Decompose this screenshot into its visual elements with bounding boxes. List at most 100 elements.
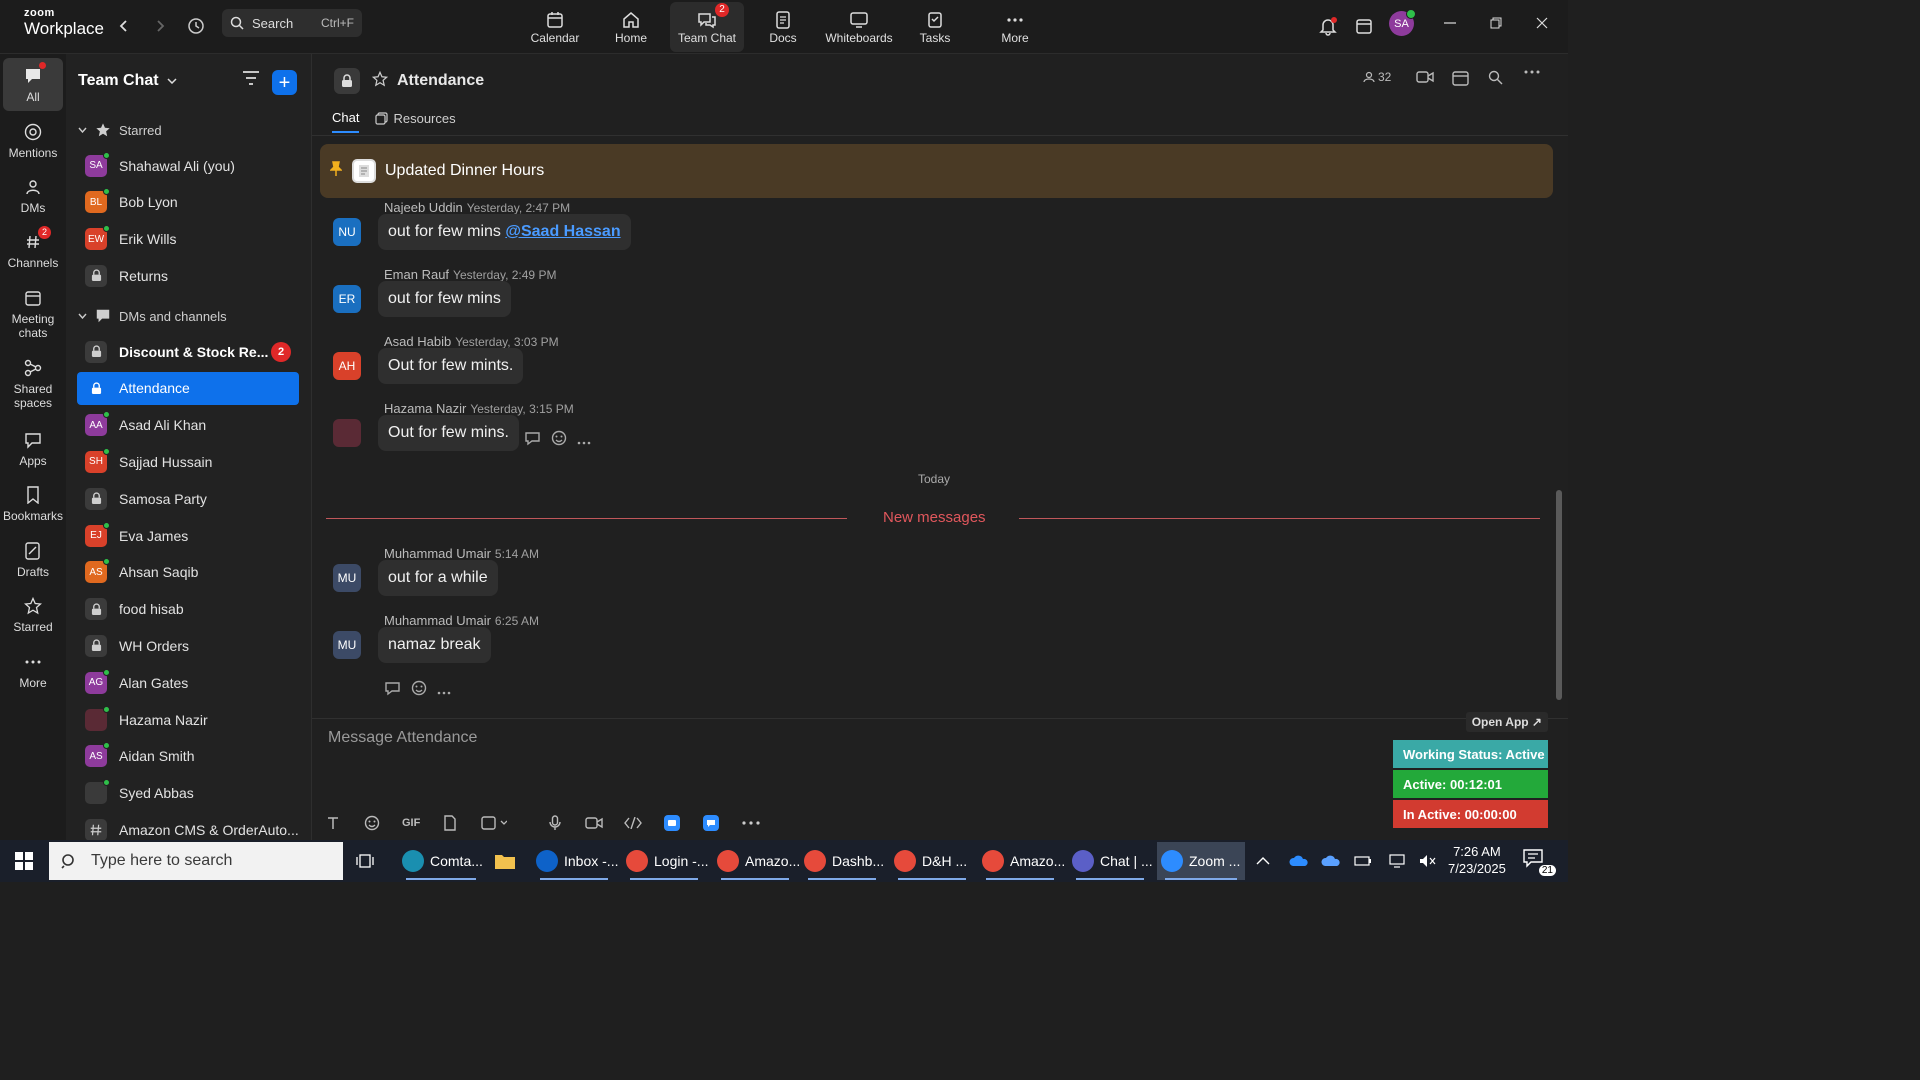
zoom-app-icon[interactable]: [703, 813, 719, 833]
nav-tasks[interactable]: Tasks: [898, 2, 972, 52]
gif-icon[interactable]: GIF: [402, 813, 420, 833]
open-app-button[interactable]: Open App ↗: [1465, 712, 1548, 732]
avatar[interactable]: MU: [333, 564, 361, 592]
restore-icon[interactable]: [1478, 8, 1514, 38]
reply-icon[interactable]: [524, 431, 541, 451]
message-bubble[interactable]: out for few mins @Saad Hassan: [378, 214, 631, 250]
sidebar-item-aidan-smith[interactable]: AS Aidan Smith: [77, 740, 299, 773]
taskbar-app-4[interactable]: Amazo...: [713, 842, 800, 880]
sidebar-item-alan-gates[interactable]: AG Alan Gates: [77, 666, 299, 699]
onedrive-icon[interactable]: [1289, 840, 1309, 882]
microphone-icon[interactable]: [549, 813, 561, 833]
calendar-status-icon[interactable]: [1350, 12, 1378, 40]
search-icon[interactable]: [1488, 70, 1503, 85]
close-icon[interactable]: [1524, 8, 1560, 38]
history-icon[interactable]: [182, 12, 210, 40]
avatar[interactable]: MU: [333, 631, 361, 659]
more-options-icon[interactable]: [577, 432, 591, 450]
taskbar-app-2[interactable]: Inbox -...: [532, 842, 618, 880]
code-snippet-icon[interactable]: [624, 813, 642, 833]
taskbar-app-6[interactable]: D&H ...: [890, 842, 974, 880]
rail-drafts[interactable]: Drafts: [3, 539, 63, 580]
notifications-bell-icon[interactable]: [1314, 12, 1342, 40]
message-author[interactable]: Hazama Nazir: [384, 401, 466, 416]
text-format-icon[interactable]: [326, 813, 340, 833]
taskbar-app-9[interactable]: Zoom ...: [1157, 842, 1245, 880]
app-integration-icon[interactable]: [664, 813, 680, 833]
search-box[interactable]: Search Ctrl+F: [222, 9, 362, 37]
sidebar-item-erik-wills[interactable]: EW Erik Wills: [77, 223, 299, 256]
sidebar-item-syed-abbas[interactable]: Syed Abbas: [77, 777, 299, 810]
sidebar-title[interactable]: Team Chat: [78, 72, 177, 90]
pinned-message[interactable]: Updated Dinner Hours: [320, 144, 1553, 198]
task-view-icon[interactable]: [352, 842, 382, 880]
rail-starred[interactable]: Starred: [3, 594, 63, 635]
nav-calendar[interactable]: Calendar: [518, 2, 592, 52]
taskbar-app-1[interactable]: Comta...: [398, 842, 484, 880]
taskbar-app-8[interactable]: Chat | ...: [1068, 842, 1153, 880]
nav-more[interactable]: More: [978, 2, 1052, 52]
sidebar-item-ahsan-saqib[interactable]: AS Ahsan Saqib: [77, 556, 299, 589]
star-channel-icon[interactable]: [371, 70, 389, 92]
taskbar-app-3[interactable]: Login -...: [622, 842, 708, 880]
message-composer[interactable]: Message Attendance GIF: [312, 718, 1568, 840]
emoji-react-icon[interactable]: [411, 680, 427, 701]
member-count[interactable]: 32: [1363, 70, 1391, 84]
avatar[interactable]: ER: [333, 285, 361, 313]
battery-icon[interactable]: [1354, 840, 1372, 882]
sidebar-item-food-hisab[interactable]: food hisab: [77, 593, 299, 626]
sidebar-item-asad-ali-khan[interactable]: AA Asad Ali Khan: [77, 409, 299, 442]
minimize-icon[interactable]: [1432, 8, 1468, 38]
sidebar-item-returns[interactable]: Returns: [77, 259, 299, 292]
sidebar-item-hazama-nazir[interactable]: Hazama Nazir: [77, 703, 299, 736]
message-author[interactable]: Muhammad Umair: [384, 613, 491, 628]
tab-resources[interactable]: Resources: [375, 110, 456, 133]
message-bubble[interactable]: Out for few mints.: [378, 348, 524, 384]
message-author[interactable]: Muhammad Umair: [384, 546, 491, 561]
rail-more[interactable]: More: [3, 650, 63, 691]
message-bubble[interactable]: namaz break: [378, 627, 491, 663]
notification-center-icon[interactable]: 21: [1522, 848, 1556, 876]
more-options-icon[interactable]: [1524, 70, 1540, 74]
taskbar-app-7[interactable]: Amazo...: [978, 842, 1065, 880]
emoji-react-icon[interactable]: [551, 430, 567, 451]
onedrive-business-icon[interactable]: [1321, 840, 1341, 882]
show-hidden-icons[interactable]: [1256, 840, 1270, 882]
forward-arrow-icon[interactable]: [146, 12, 174, 40]
sidebar-item-wh-orders[interactable]: WH Orders: [77, 629, 299, 662]
message-bubble[interactable]: out for few mins: [378, 281, 511, 317]
message-author[interactable]: Asad Habib: [384, 334, 451, 349]
system-clock[interactable]: 7:26 AM 7/23/2025: [1448, 843, 1506, 877]
schedule-icon[interactable]: [1452, 70, 1469, 86]
sidebar-item-attendance[interactable]: Attendance: [77, 371, 299, 405]
taskbar-app-5[interactable]: Dashb...: [800, 842, 884, 880]
messages-scrollbar[interactable]: [1555, 134, 1563, 700]
video-message-icon[interactable]: [585, 813, 603, 833]
avatar[interactable]: [333, 419, 361, 447]
rail-dms[interactable]: DMs: [3, 175, 63, 216]
nav-whiteboards[interactable]: Whiteboards: [822, 2, 896, 52]
tab-chat[interactable]: Chat: [332, 110, 360, 133]
sidebar-item-bob-lyon[interactable]: BL Bob Lyon: [77, 186, 299, 219]
rail-all[interactable]: All: [3, 58, 63, 111]
sidebar-item-eva-james[interactable]: EJ Eva James: [77, 519, 299, 552]
sidebar-item-sajjad-hussain[interactable]: SH Sajjad Hussain: [77, 445, 299, 478]
message-bubble[interactable]: Out for few mins.: [378, 415, 519, 451]
more-options-icon[interactable]: [437, 682, 451, 700]
reply-icon[interactable]: [384, 681, 401, 701]
message-author[interactable]: Eman Rauf: [384, 267, 449, 282]
file-icon[interactable]: [443, 813, 457, 833]
message-input[interactable]: Message Attendance: [328, 729, 477, 747]
rail-meeting-chats[interactable]: Meeting chats: [3, 286, 63, 341]
rail-apps[interactable]: Apps: [3, 428, 63, 469]
sidebar-item-shahawal-ali-you[interactable]: SA Shahawal Ali (you): [77, 149, 299, 182]
screenshot-icon[interactable]: [481, 813, 507, 833]
mention-link[interactable]: @Saad Hassan: [505, 223, 620, 240]
network-icon[interactable]: [1388, 840, 1406, 882]
avatar[interactable]: AH: [333, 352, 361, 380]
rail-shared-spaces[interactable]: Shared spaces: [3, 356, 63, 411]
section-starred[interactable]: Starred: [78, 122, 162, 138]
nav-home[interactable]: Home: [594, 2, 668, 52]
new-chat-button[interactable]: +: [272, 70, 297, 95]
file-explorer-icon[interactable]: [490, 842, 524, 880]
